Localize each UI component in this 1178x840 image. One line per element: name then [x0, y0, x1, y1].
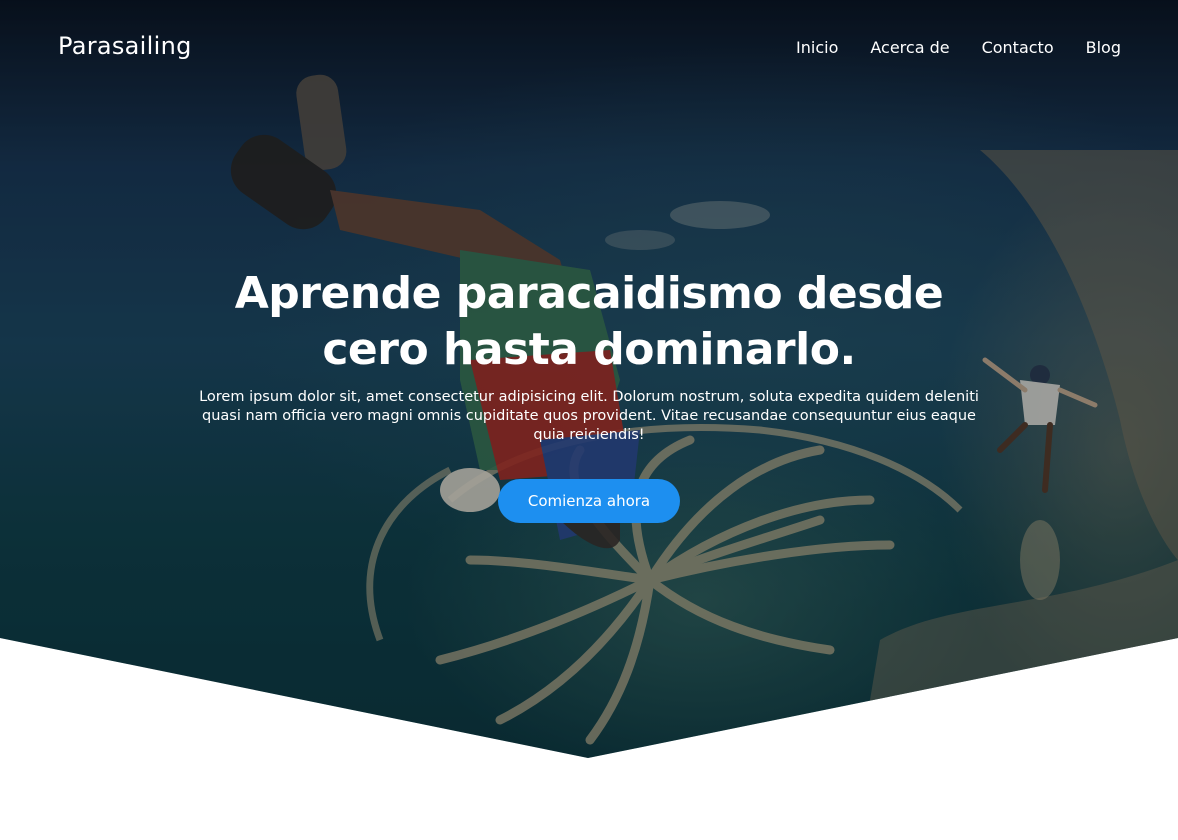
- brand-logo[interactable]: Parasailing: [58, 32, 192, 60]
- page: Parasailing Inicio Acerca de Contacto Bl…: [0, 0, 1178, 840]
- hero-headline: Aprende paracaidismo desde cero hasta do…: [234, 268, 944, 375]
- nav-link-blog[interactable]: Blog: [1086, 38, 1121, 57]
- hero-section: Parasailing Inicio Acerca de Contacto Bl…: [0, 0, 1178, 758]
- hero-lead-text: Lorem ipsum dolor sit, amet consectetur …: [199, 389, 979, 443]
- start-now-button[interactable]: Comienza ahora: [497, 479, 681, 523]
- hero-content: Aprende paracaidismo desde cero hasta do…: [0, 266, 1178, 523]
- nav-link-acerca-de[interactable]: Acerca de: [870, 38, 949, 57]
- main-nav: Inicio Acerca de Contacto Blog: [796, 38, 1121, 57]
- nav-link-contacto[interactable]: Contacto: [982, 38, 1054, 57]
- nav-link-inicio[interactable]: Inicio: [796, 38, 838, 57]
